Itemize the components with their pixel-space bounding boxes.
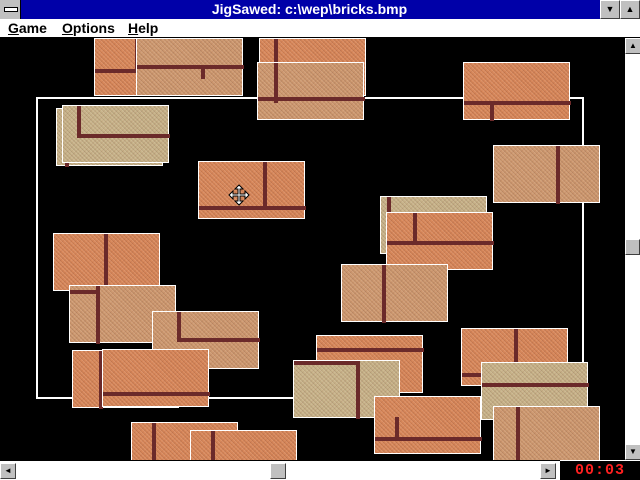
puzzle-piece[interactable] — [136, 38, 244, 96]
puzzle-piece[interactable] — [374, 396, 482, 454]
puzzle-piece[interactable] — [493, 145, 600, 204]
menu-help[interactable]: Help — [128, 19, 158, 37]
system-menu-icon — [4, 7, 18, 12]
elapsed-timer: 00:03 — [574, 462, 625, 479]
puzzle-board[interactable] — [0, 38, 624, 460]
title-bar: JigSawed: c:\wep\bricks.bmp ▼ ▲ — [0, 0, 640, 19]
horizontal-scrollbar[interactable]: ◄ ► — [0, 460, 560, 480]
scroll-up-button[interactable]: ▲ — [625, 38, 640, 54]
vertical-scrollbar[interactable]: ▲ ▼ — [624, 38, 640, 460]
puzzle-piece[interactable] — [53, 233, 160, 292]
scroll-left-button[interactable]: ◄ — [0, 463, 16, 479]
puzzle-piece[interactable] — [386, 212, 494, 270]
puzzle-piece[interactable] — [341, 264, 448, 323]
puzzle-piece[interactable] — [102, 349, 210, 407]
maximize-button[interactable]: ▲ — [620, 0, 640, 19]
minimize-button[interactable]: ▼ — [600, 0, 620, 19]
puzzle-piece[interactable] — [463, 62, 571, 121]
scroll-down-button[interactable]: ▼ — [625, 444, 640, 460]
menu-game[interactable]: Game — [8, 19, 47, 37]
puzzle-piece[interactable] — [493, 406, 600, 460]
puzzle-piece[interactable] — [62, 105, 170, 163]
menu-options[interactable]: Options — [62, 19, 115, 37]
window-title: JigSawed: c:\wep\bricks.bmp — [211, 1, 408, 17]
horizontal-scroll-thumb[interactable] — [270, 463, 286, 479]
move-cursor-icon — [228, 184, 250, 206]
vertical-scroll-thumb[interactable] — [625, 239, 640, 255]
menu-bar: Game Options Help — [0, 19, 640, 38]
puzzle-piece[interactable] — [190, 430, 297, 460]
timer-panel: 00:03 — [560, 460, 640, 480]
puzzle-piece[interactable] — [257, 62, 365, 120]
puzzle-piece[interactable] — [198, 161, 306, 219]
scroll-right-button[interactable]: ► — [540, 463, 556, 479]
system-menu-button[interactable] — [0, 0, 21, 19]
